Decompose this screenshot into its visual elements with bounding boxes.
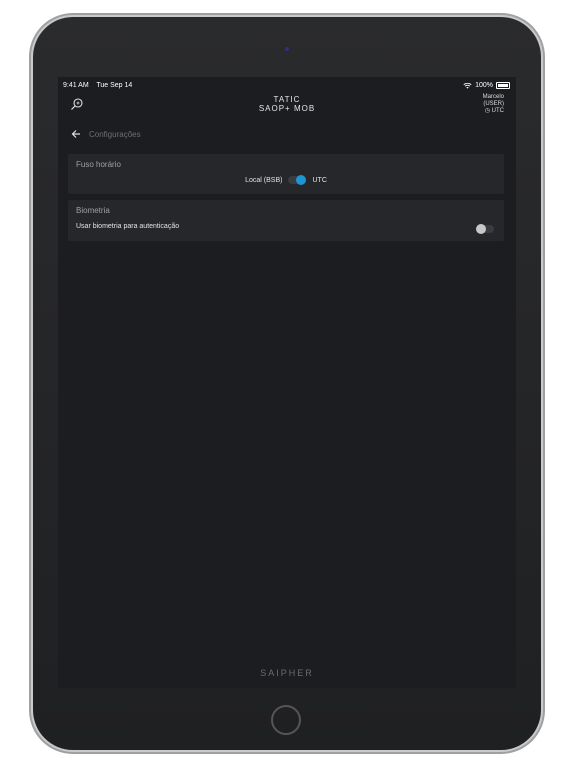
- timezone-card-title: Fuso horário: [76, 160, 121, 169]
- toggle-knob: [476, 224, 486, 234]
- app-title-line2: SAOP+ MOB: [258, 104, 316, 113]
- battery-percent: 100%: [475, 82, 493, 89]
- biometrics-card: Biometria Usar biometria para autenticaç…: [68, 200, 504, 241]
- user-name: Marcelo: [482, 94, 504, 100]
- app-title: TATIC SAOP+ MOB: [58, 95, 516, 113]
- app-title-line1: TATIC: [273, 95, 301, 104]
- timezone-toggle[interactable]: [288, 175, 307, 185]
- status-bar: 9:41 AM Tue Sep 14 100%: [58, 77, 516, 93]
- toggle-knob: [296, 175, 307, 185]
- timezone-selector: Local (BSB) UTC: [68, 175, 504, 185]
- biometrics-toggle[interactable]: [476, 224, 494, 234]
- status-time: 9:41 AM: [63, 82, 89, 89]
- clock-icon: ◷: [484, 108, 490, 114]
- biometrics-label: Usar biometria para autenticação: [76, 223, 180, 230]
- app-header: TATIC SAOP+ MOB Marcelo (USER) ◷ UTC: [58, 93, 516, 129]
- app-screen: 9:41 AM Tue Sep 14 100% TATIC SAOP+ MOB …: [58, 77, 516, 688]
- home-button[interactable]: [271, 705, 301, 735]
- battery-icon: [496, 82, 510, 89]
- status-date: Tue Sep 14: [96, 82, 133, 89]
- timezone-utc-label: UTC: [312, 176, 327, 184]
- timezone-card: Fuso horário Local (BSB) UTC: [68, 154, 504, 194]
- camera-dot: [285, 47, 289, 51]
- user-role: (USER): [483, 101, 504, 107]
- footer-brand-logo: SAIPHER: [260, 668, 314, 678]
- timezone-local-label: Local (BSB): [245, 176, 283, 184]
- page-title: Configurações: [89, 129, 141, 139]
- user-info[interactable]: Marcelo (USER) ◷ UTC: [483, 94, 504, 115]
- user-timezone: UTC: [491, 108, 504, 114]
- wifi-icon: [463, 82, 472, 89]
- nav-bar: Configurações: [71, 127, 141, 141]
- biometrics-card-title: Biometria: [76, 206, 110, 215]
- back-arrow-icon[interactable]: [71, 129, 81, 139]
